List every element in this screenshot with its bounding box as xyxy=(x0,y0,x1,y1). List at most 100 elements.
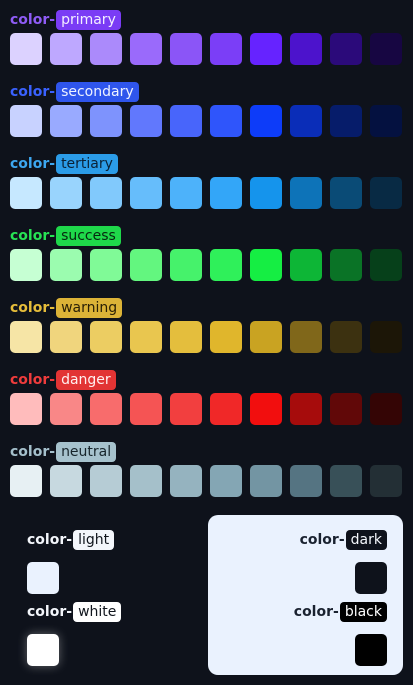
color-prefix: color- xyxy=(27,532,73,548)
color-swatch-neutral-8[interactable] xyxy=(290,465,322,497)
color-swatch-secondary-9[interactable] xyxy=(330,105,362,137)
color-swatch-primary-3[interactable] xyxy=(90,33,122,65)
color-prefix: color- xyxy=(293,604,339,620)
color-swatch-warning-4[interactable] xyxy=(130,321,162,353)
color-swatch-tertiary-10[interactable] xyxy=(370,177,402,209)
color-swatch-primary-6[interactable] xyxy=(210,33,242,65)
color-swatch-neutral-4[interactable] xyxy=(130,465,162,497)
color-swatch-tertiary-6[interactable] xyxy=(210,177,242,209)
color-swatch-success-10[interactable] xyxy=(370,249,402,281)
color-swatch-danger-4[interactable] xyxy=(130,393,162,425)
color-swatch-neutral-2[interactable] xyxy=(50,465,82,497)
color-name-chip: success xyxy=(56,226,121,246)
palette-label: color-primary xyxy=(10,8,410,32)
palette-label: color-secondary xyxy=(10,80,410,104)
color-swatch-neutral-9[interactable] xyxy=(330,465,362,497)
color-swatch-secondary-10[interactable] xyxy=(370,105,402,137)
color-swatch-neutral-1[interactable] xyxy=(10,465,42,497)
swatch-row xyxy=(10,321,402,353)
color-swatch-warning-2[interactable] xyxy=(50,321,82,353)
color-swatch-primary-8[interactable] xyxy=(290,33,322,65)
palette-primary: color-primary xyxy=(10,8,410,65)
color-name-chip: black xyxy=(339,602,387,622)
color-swatch-secondary-1[interactable] xyxy=(10,105,42,137)
color-swatch-warning-1[interactable] xyxy=(10,321,42,353)
color-swatch-warning-3[interactable] xyxy=(90,321,122,353)
color-swatch-tertiary-8[interactable] xyxy=(290,177,322,209)
color-swatch-secondary-2[interactable] xyxy=(50,105,82,137)
basic-color-light-label: color- light xyxy=(27,529,115,551)
color-swatch-white[interactable] xyxy=(27,634,59,666)
color-swatch-tertiary-3[interactable] xyxy=(90,177,122,209)
color-name-chip: secondary xyxy=(56,82,139,102)
color-prefix: color- xyxy=(10,300,56,316)
color-swatch-danger-6[interactable] xyxy=(210,393,242,425)
color-swatch-secondary-4[interactable] xyxy=(130,105,162,137)
light-background-panel: color- dark color- black xyxy=(208,515,403,675)
color-swatch-tertiary-2[interactable] xyxy=(50,177,82,209)
color-swatch-warning-10[interactable] xyxy=(370,321,402,353)
color-swatch-warning-9[interactable] xyxy=(330,321,362,353)
color-swatch-secondary-8[interactable] xyxy=(290,105,322,137)
color-name-chip: primary xyxy=(56,10,121,30)
color-swatch-light[interactable] xyxy=(27,562,59,594)
color-swatch-neutral-6[interactable] xyxy=(210,465,242,497)
color-swatch-tertiary-9[interactable] xyxy=(330,177,362,209)
color-swatch-success-3[interactable] xyxy=(90,249,122,281)
color-swatch-primary-9[interactable] xyxy=(330,33,362,65)
color-swatch-neutral-10[interactable] xyxy=(370,465,402,497)
color-name-chip: white xyxy=(73,602,122,622)
color-swatch-success-6[interactable] xyxy=(210,249,242,281)
color-swatch-warning-5[interactable] xyxy=(170,321,202,353)
color-swatch-success-5[interactable] xyxy=(170,249,202,281)
color-swatch-tertiary-5[interactable] xyxy=(170,177,202,209)
color-swatch-tertiary-4[interactable] xyxy=(130,177,162,209)
color-prefix: color- xyxy=(10,228,56,244)
color-swatch-success-8[interactable] xyxy=(290,249,322,281)
color-name-chip: warning xyxy=(56,298,123,318)
color-swatch-dark[interactable] xyxy=(355,562,387,594)
color-swatch-primary-5[interactable] xyxy=(170,33,202,65)
color-swatch-neutral-3[interactable] xyxy=(90,465,122,497)
color-swatch-neutral-7[interactable] xyxy=(250,465,282,497)
color-swatch-danger-8[interactable] xyxy=(290,393,322,425)
color-swatch-danger-10[interactable] xyxy=(370,393,402,425)
color-name-chip: tertiary xyxy=(56,154,118,174)
color-prefix: color- xyxy=(299,532,345,548)
color-swatch-primary-1[interactable] xyxy=(10,33,42,65)
color-swatch-tertiary-7[interactable] xyxy=(250,177,282,209)
color-swatch-secondary-5[interactable] xyxy=(170,105,202,137)
color-swatch-neutral-5[interactable] xyxy=(170,465,202,497)
color-swatch-tertiary-1[interactable] xyxy=(10,177,42,209)
color-swatch-danger-1[interactable] xyxy=(10,393,42,425)
color-swatch-success-4[interactable] xyxy=(130,249,162,281)
color-swatch-danger-3[interactable] xyxy=(90,393,122,425)
palette-label: color-success xyxy=(10,224,410,248)
color-swatch-warning-8[interactable] xyxy=(290,321,322,353)
color-swatch-warning-6[interactable] xyxy=(210,321,242,353)
color-swatch-success-9[interactable] xyxy=(330,249,362,281)
color-swatch-primary-2[interactable] xyxy=(50,33,82,65)
palette-label: color-tertiary xyxy=(10,152,410,176)
color-swatch-warning-7[interactable] xyxy=(250,321,282,353)
color-name-chip: danger xyxy=(56,370,116,390)
color-swatch-success-1[interactable] xyxy=(10,249,42,281)
color-swatch-secondary-6[interactable] xyxy=(210,105,242,137)
color-swatch-primary-10[interactable] xyxy=(370,33,402,65)
swatch-row xyxy=(10,33,402,65)
palette-neutral: color-neutral xyxy=(10,440,410,497)
color-swatch-success-7[interactable] xyxy=(250,249,282,281)
color-swatch-primary-7[interactable] xyxy=(250,33,282,65)
color-swatch-success-2[interactable] xyxy=(50,249,82,281)
color-swatch-danger-5[interactable] xyxy=(170,393,202,425)
basic-color-black-label: color- black xyxy=(294,601,387,623)
color-swatch-danger-2[interactable] xyxy=(50,393,82,425)
color-swatch-secondary-7[interactable] xyxy=(250,105,282,137)
color-swatch-black[interactable] xyxy=(355,634,387,666)
color-swatch-danger-7[interactable] xyxy=(250,393,282,425)
color-swatch-secondary-3[interactable] xyxy=(90,105,122,137)
color-swatch-danger-9[interactable] xyxy=(330,393,362,425)
color-swatch-primary-4[interactable] xyxy=(130,33,162,65)
swatch-row xyxy=(10,177,402,209)
palette-label: color-danger xyxy=(10,368,410,392)
